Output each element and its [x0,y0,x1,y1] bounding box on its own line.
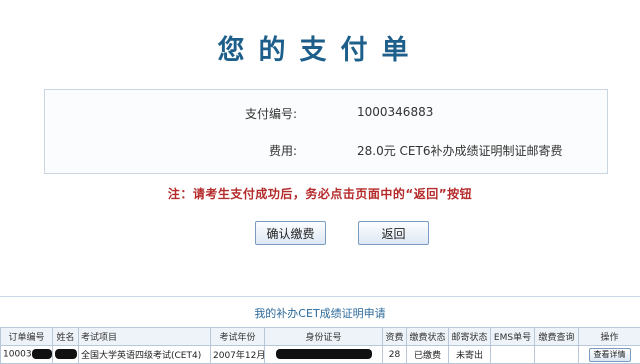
table-header-row: 订单编号 姓名 考试项目 考试年份 身份证号 资费 缴费状态 邮寄状态 EMS单… [0,327,640,346]
redacted-block [275,349,372,360]
column-header: 考试项目 [78,327,211,346]
applications-table: 订单编号 姓名 考试项目 考试年份 身份证号 资费 缴费状态 邮寄状态 EMS单… [0,327,640,364]
column-header: 订单编号 [0,327,53,346]
fee-cell: 28 [382,345,407,364]
column-header: 身份证号 [264,327,383,346]
fee-value: 28.0元 CET6补办成绩证明制证邮寄费 [357,144,563,158]
confirm-payment-button[interactable]: 确认缴费 [255,221,326,245]
column-header: 缴费状态 [406,327,449,346]
fee-label: 费用: [268,144,297,158]
id-number-cell [264,345,383,364]
page-title: 您的支付单 [217,35,423,66]
order-number-prefix: 10003 [3,349,32,360]
action-cell: 查看详情 [578,345,640,364]
payment-notice: 注：请考生支付成功后，务必点击页面中的“返回”按钮 [167,187,473,201]
exam-cell: 全国大学英语四级考试(CET4) [78,345,211,364]
applications-panel: 我的补办CET成绩证明申请 订单编号 姓名 考试项目 考试年份 身份证号 资费 … [0,296,640,364]
fee-row: 费用: 28.0元 CET6补办成绩证明制证邮寄费 [45,142,607,164]
payment-number-label: 支付编号: [244,107,297,121]
column-header: 考试年份 [210,327,265,346]
mail-status-cell: 未寄出 [448,345,491,364]
year-cell: 2007年12月 [210,345,265,364]
applications-table-title: 我的补办CET成绩证明申请 [254,307,386,320]
payment-number-row: 支付编号: 1000346883 [45,105,607,127]
ems-cell [490,345,535,364]
column-header: 姓名 [52,327,79,346]
column-header: EMS单号 [490,327,535,346]
table-row: 10003 全国大学英语四级考试(CET4) 2007年12月 28 已缴费 未… [0,345,640,364]
column-header: 邮寄状态 [448,327,491,346]
payment-number-value: 1000346883 [357,105,434,119]
name-cell [52,345,79,364]
column-header: 缴费查询 [534,327,579,346]
view-details-button[interactable]: 查看详情 [588,347,631,362]
redacted-block [55,349,77,360]
order-number-cell: 10003 [0,345,53,364]
pay-status-cell: 已缴费 [406,345,449,364]
redacted-block [31,349,52,360]
back-button[interactable]: 返回 [358,221,429,245]
payment-info-box: 支付编号: 1000346883 费用: 28.0元 CET6补办成绩证明制证邮… [44,89,608,174]
payment-query-cell [534,345,579,364]
column-header: 资费 [382,327,407,346]
column-header: 操作 [578,327,640,346]
